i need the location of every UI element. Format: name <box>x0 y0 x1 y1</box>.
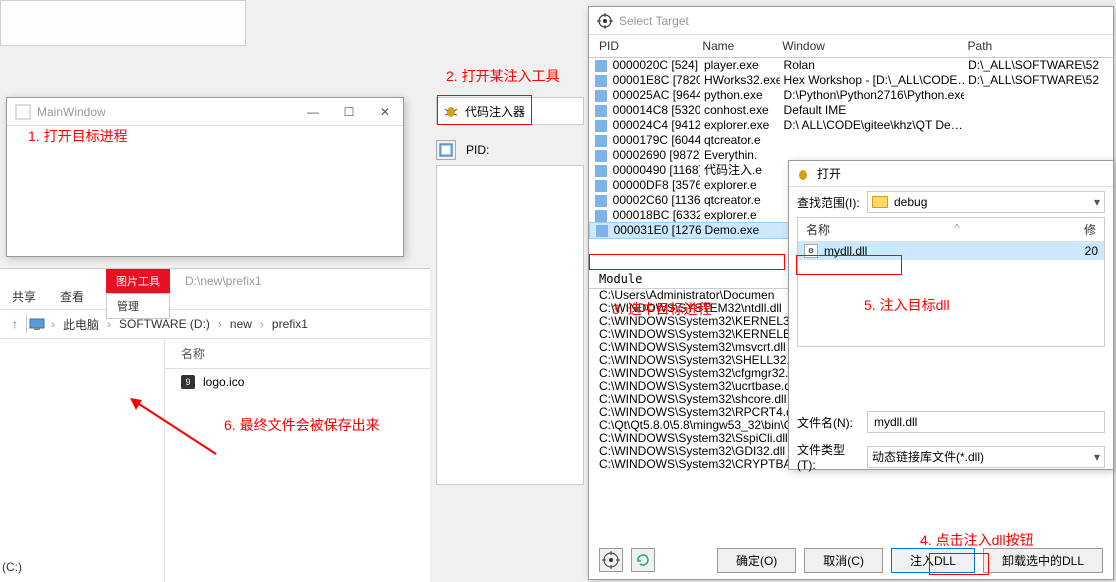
filetype-combo[interactable]: 动态链接库文件(*.dll) ▾ <box>867 446 1105 468</box>
main-window-title: MainWindow <box>37 105 303 119</box>
nav-up-icon[interactable]: ↑ <box>6 317 24 331</box>
process-row[interactable]: 000025AC [9644]python.exeD:\Python\Pytho… <box>589 88 1113 103</box>
process-row[interactable]: 00001E8C [7820]HWorks32.exeHex Workshop … <box>589 73 1113 88</box>
refresh-button[interactable] <box>631 548 655 572</box>
chevron-right-icon: › <box>214 317 226 331</box>
arrow-icon <box>128 396 218 456</box>
share-tab[interactable]: 共享 <box>0 284 48 309</box>
crosshair-button[interactable] <box>599 548 623 572</box>
pid-section: PID: <box>436 140 584 160</box>
c-drive-label: (C:) <box>2 560 22 574</box>
file-item-date: 20 <box>1085 244 1098 258</box>
filename-label: 文件名(N): <box>797 414 861 431</box>
code-injector-title: 代码注入器 <box>465 103 525 120</box>
select-target-title: Select Target <box>619 14 1105 28</box>
file-list[interactable]: 名称 ^ 修 ⚙ mydll.dll 20 <box>797 217 1105 347</box>
open-dialog: 打开 查找范围(I): debug ▾ 名称 ^ 修 ⚙ mydll.dll 2… <box>788 160 1114 470</box>
computer-icon <box>29 316 45 332</box>
maximize-button[interactable]: ☐ <box>339 105 359 119</box>
explorer-file-list[interactable]: 名称 9 logo.ico <box>165 339 430 582</box>
col-path[interactable]: Path <box>964 38 1107 54</box>
chevron-right-icon: › <box>47 317 59 331</box>
pid-icon[interactable] <box>436 140 456 160</box>
open-dialog-titlebar[interactable]: 打开 <box>789 161 1113 187</box>
bug-icon <box>795 167 811 181</box>
ico-file-icon: 9 <box>181 375 195 389</box>
dll-file-icon: ⚙ <box>804 244 818 258</box>
explorer-path-text: D:\new\prefix1 <box>185 274 262 288</box>
breadcrumb-item[interactable]: prefix1 <box>270 317 310 331</box>
file-name: logo.ico <box>203 375 244 389</box>
select-target-titlebar[interactable]: Select Target <box>589 7 1113 35</box>
filetype-value: 动态链接库文件(*.dll) <box>872 448 984 465</box>
view-tab[interactable]: 查看 <box>48 284 96 309</box>
unload-dll-button[interactable]: 卸载选中的DLL <box>983 548 1103 573</box>
main-window-titlebar[interactable]: MainWindow — ☐ ✕ <box>7 98 403 126</box>
file-item[interactable]: 9 logo.ico <box>165 369 430 395</box>
chevron-down-icon: ▾ <box>1094 450 1100 464</box>
process-row[interactable]: 000014C8 [5320]conhost.exeDefault IME <box>589 103 1113 118</box>
process-list-header: PID Name Window Path <box>589 35 1113 58</box>
filetype-label: 文件类型(T): <box>797 441 861 472</box>
picture-tools-label[interactable]: 图片工具 <box>106 269 170 293</box>
inject-dll-button[interactable]: 注入DLL <box>891 548 975 573</box>
corner-box <box>0 0 246 46</box>
col-name[interactable]: 名称 <box>806 221 830 238</box>
code-injector-header: 代码注入器 <box>436 97 584 125</box>
app-icon <box>15 104 31 120</box>
col-name[interactable]: Name <box>698 38 778 54</box>
minimize-button[interactable]: — <box>303 105 323 119</box>
file-item-selected[interactable]: ⚙ mydll.dll 20 <box>798 242 1104 260</box>
process-row[interactable]: 0000020C [524]player.exeRolanD:\_ALL\SOF… <box>589 58 1113 73</box>
injector-log-area[interactable] <box>436 165 584 485</box>
col-window[interactable]: Window <box>778 38 963 54</box>
column-header-name[interactable]: 名称 <box>165 339 430 369</box>
file-item-name: mydll.dll <box>824 244 867 258</box>
cancel-button[interactable]: 取消(C) <box>804 548 883 573</box>
chevron-right-icon: › <box>103 317 115 331</box>
annotation-2: 2. 打开某注入工具 <box>446 66 560 86</box>
address-bar[interactable]: ↑ › 此电脑 › SOFTWARE (D:) › new › prefix1 <box>0 309 430 339</box>
ok-button[interactable]: 确定(O) <box>717 548 796 573</box>
bug-icon <box>443 104 459 118</box>
col-pid[interactable]: PID <box>595 38 698 54</box>
chevron-down-icon: ▾ <box>1094 195 1100 209</box>
manage-tab[interactable]: 管理 <box>106 293 170 319</box>
breadcrumb-item[interactable]: 此电脑 <box>61 316 101 333</box>
scope-value: debug <box>894 195 927 209</box>
select-target-buttons: 确定(O) 取消(C) 注入DLL 卸载选中的DLL <box>589 545 1113 575</box>
close-button[interactable]: ✕ <box>375 105 395 119</box>
col-modified[interactable]: 修 <box>1084 221 1096 238</box>
picture-tools-contextual-tab: 图片工具 管理 <box>106 269 170 319</box>
filename-input[interactable] <box>867 411 1105 433</box>
target-icon <box>597 13 613 29</box>
folder-icon <box>872 196 888 208</box>
breadcrumb-item[interactable]: new <box>228 317 254 331</box>
process-row[interactable]: 000024C4 [9412]explorer.exeD:\ ALL\CODE\… <box>589 118 1113 133</box>
open-dialog-title: 打开 <box>817 165 841 182</box>
explorer-nav-pane[interactable] <box>0 339 165 582</box>
main-window: MainWindow — ☐ ✕ <box>6 97 404 257</box>
scope-combo[interactable]: debug ▾ <box>867 191 1105 213</box>
pid-label: PID: <box>466 143 489 157</box>
scope-label: 查找范围(I): <box>797 194 861 211</box>
process-row[interactable]: 0000179C [6044]qtcreator.e <box>589 133 1113 148</box>
breadcrumb-item[interactable]: SOFTWARE (D:) <box>117 317 212 331</box>
chevron-right-icon: › <box>256 317 268 331</box>
